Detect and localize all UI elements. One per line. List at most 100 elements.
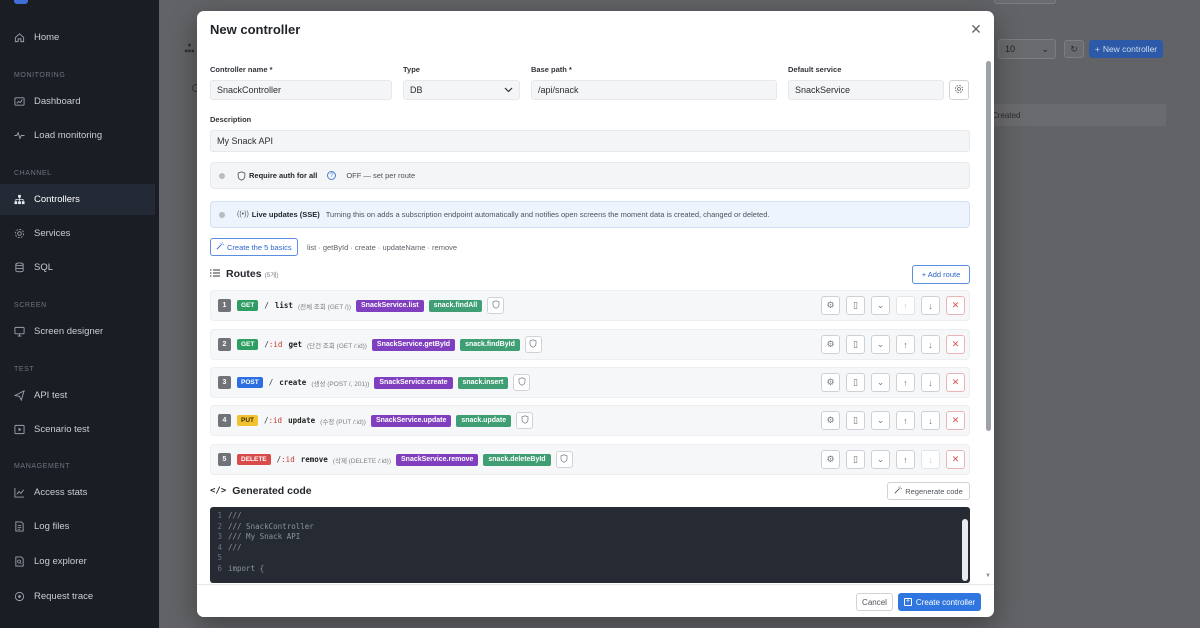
route-settings-button[interactable]: ⚙ — [821, 296, 840, 315]
sidebar-item-label: API test — [34, 390, 68, 401]
code-icon: </> — [210, 486, 227, 496]
route-copy-button[interactable]: ▯ — [846, 450, 865, 469]
route-delete-button[interactable]: ✕ — [946, 296, 965, 315]
modal-scrollbar[interactable] — [986, 61, 991, 431]
route-expand-button[interactable]: ⌄ — [871, 296, 890, 315]
line-number: 1 — [217, 511, 222, 520]
generated-code-editor[interactable]: 1 /// 2 /// SnackController 3 /// My Snack … — [210, 507, 970, 583]
route-delete-button[interactable]: ✕ — [946, 335, 965, 354]
clipboard-icon: ▯ — [853, 377, 858, 387]
controller-name-input[interactable]: SnackController — [210, 80, 392, 100]
route-expand-button[interactable]: ⌄ — [871, 450, 890, 469]
route-auth-toggle[interactable] — [487, 297, 505, 314]
route-move-up-button[interactable]: ↑ — [896, 411, 915, 430]
sidebar-item-controllers[interactable]: Controllers — [0, 184, 155, 215]
description-input[interactable]: My Snack API — [210, 130, 970, 152]
route-service-tag[interactable]: SnackService.list — [356, 299, 424, 312]
cancel-button[interactable]: Cancel — [856, 593, 893, 611]
route-move-down-button[interactable]: ↓ — [921, 411, 940, 430]
chevron-down-icon: ⌄ — [876, 339, 885, 349]
background-top-button — [994, 0, 1056, 4]
sidebar-item-label: Request trace — [34, 591, 94, 602]
base-path-input[interactable]: /api/snack — [531, 80, 777, 100]
route-sql-tag[interactable]: snack.update — [456, 414, 512, 427]
route-copy-button[interactable]: ▯ — [846, 411, 865, 430]
require-auth-toggle[interactable] — [219, 172, 225, 179]
sidebar-item-dashboard[interactable]: Dashboard — [0, 86, 155, 117]
chevron-down-icon: ⌄ — [1041, 44, 1049, 54]
sidebar-item-sql[interactable]: SQL — [0, 252, 155, 283]
route-settings-button[interactable]: ⚙ — [821, 373, 840, 392]
route-actions: ⚙ ▯ ⌄ ↑ ↓ ✕ — [821, 296, 965, 315]
route-delete-button[interactable]: ✕ — [946, 373, 965, 392]
regenerate-code-button[interactable]: Regenerate code — [887, 482, 970, 500]
route-move-down-button[interactable]: ↓ — [921, 373, 940, 392]
route-move-down-button[interactable]: ↓ — [921, 335, 940, 354]
default-service-input[interactable]: SnackService — [788, 80, 944, 100]
clipboard-icon: ▯ — [853, 339, 858, 349]
route-sql-tag[interactable]: snack.findById — [460, 338, 520, 351]
sidebar-item-label: Controllers — [34, 194, 80, 205]
route-expand-button[interactable]: ⌄ — [871, 411, 890, 430]
sidebar-item-log-explorer[interactable]: Log explorer — [0, 546, 155, 577]
sidebar-item-services[interactable]: Services — [0, 218, 155, 249]
close-icon[interactable]: ✕ — [969, 21, 983, 37]
route-settings-button[interactable]: ⚙ — [821, 411, 840, 430]
route-expand-button[interactable]: ⌄ — [871, 335, 890, 354]
route-service-tag[interactable]: SnackService.getById — [371, 338, 456, 351]
gear-icon: ⚙ — [826, 300, 835, 310]
sidebar-item-access-stats[interactable]: Access stats — [0, 477, 155, 508]
sidebar-item-home[interactable]: Home — [0, 22, 155, 53]
wand-icon — [894, 486, 903, 496]
route-service-tag[interactable]: SnackService.update — [370, 414, 452, 427]
route-auth-toggle[interactable] — [555, 451, 573, 468]
route-copy-button[interactable]: ▯ — [846, 373, 865, 392]
route-move-up-button[interactable]: ↑ — [896, 450, 915, 469]
sidebar-item-request-trace[interactable]: Request trace — [0, 581, 155, 612]
route-delete-button[interactable]: ✕ — [946, 450, 965, 469]
create-basics-button[interactable]: Create the 5 basics — [210, 238, 298, 256]
route-auth-toggle[interactable] — [513, 374, 531, 391]
route-auth-toggle[interactable] — [524, 336, 542, 353]
route-move-down-button[interactable]: ↓ — [921, 296, 940, 315]
routes-count: (5개) — [264, 272, 279, 279]
route-sql-tag[interactable]: snack.findAll — [428, 299, 483, 312]
sidebar-item-log-files[interactable]: Log files — [0, 511, 155, 542]
create-controller-button[interactable]: + Create controller — [898, 593, 981, 611]
line-number: 5 — [217, 553, 222, 562]
route-copy-button[interactable]: ▯ — [846, 296, 865, 315]
code-text: /// — [228, 542, 242, 552]
line-number: 3 — [217, 532, 222, 541]
scroll-down-icon[interactable]: ▼ — [985, 573, 991, 579]
add-route-button[interactable]: + Add route — [912, 265, 970, 284]
route-sql-tag[interactable]: snack.insert — [457, 376, 509, 389]
type-select[interactable]: DB — [403, 80, 520, 100]
live-updates-toggle[interactable] — [219, 211, 225, 218]
sidebar-item-api-test[interactable]: API test — [0, 380, 155, 411]
route-move-up-button[interactable]: ↑ — [896, 296, 915, 315]
sidebar-item-screen-designer[interactable]: Screen designer — [0, 316, 155, 347]
route-service-tag[interactable]: SnackService.remove — [396, 453, 479, 466]
route-expand-button[interactable]: ⌄ — [871, 373, 890, 392]
code-scrollbar[interactable] — [962, 519, 968, 581]
route-delete-button[interactable]: ✕ — [946, 411, 965, 430]
help-icon[interactable]: ? — [327, 171, 337, 180]
route-move-down-button[interactable]: ↓ — [921, 450, 940, 469]
service-settings-button[interactable] — [949, 80, 969, 100]
file-icon — [13, 521, 25, 533]
route-settings-button[interactable]: ⚙ — [821, 335, 840, 354]
shield-icon — [560, 454, 568, 465]
background-column-created: Created — [992, 111, 1021, 120]
route-sql-tag[interactable]: snack.deleteById — [483, 453, 551, 466]
route-move-up-button[interactable]: ↑ — [896, 335, 915, 354]
route-settings-button[interactable]: ⚙ — [821, 450, 840, 469]
route-auth-toggle[interactable] — [516, 412, 534, 429]
route-row: 5 DELETE /:id remove (삭제 (DELETE /:id)) … — [210, 444, 970, 475]
route-copy-button[interactable]: ▯ — [846, 335, 865, 354]
route-service-tag[interactable]: SnackService.create — [374, 376, 453, 389]
sidebar-item-load-monitoring[interactable]: Load monitoring — [0, 120, 155, 151]
sidebar-item-scenario-test[interactable]: Scenario test — [0, 414, 155, 445]
route-move-up-button[interactable]: ↑ — [896, 373, 915, 392]
route-path-param: :id — [268, 416, 283, 425]
controller-name-value: SnackController — [217, 85, 282, 95]
